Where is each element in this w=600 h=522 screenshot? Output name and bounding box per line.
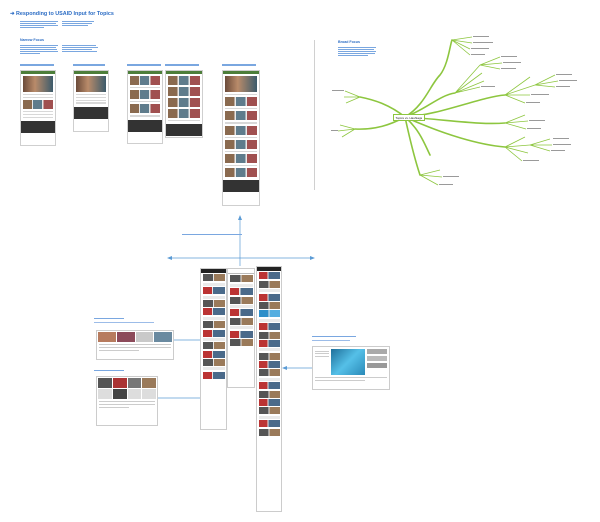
left-card-1-subcaption xyxy=(94,322,154,323)
page-strip-3[interactable] xyxy=(256,266,282,512)
connector-lines xyxy=(127,215,315,400)
page-strip-2[interactable] xyxy=(227,268,255,388)
intro-paragraph-left xyxy=(20,20,60,29)
page-thumbnail-1[interactable] xyxy=(20,70,56,146)
intro-paragraph-right xyxy=(62,20,102,27)
left-card-1-caption xyxy=(94,318,124,320)
page-thumbnail-3[interactable] xyxy=(127,70,163,144)
mindmap-center-node: Topics vs. Hashtags xyxy=(393,114,425,121)
connector-caption xyxy=(182,234,242,236)
left-card-1[interactable] xyxy=(96,330,174,360)
right-card[interactable] xyxy=(312,346,390,390)
page-thumbnail-4[interactable] xyxy=(165,70,203,138)
left-card-2-caption xyxy=(94,370,124,372)
page-strip-1[interactable] xyxy=(200,268,227,430)
thumb-caption-2 xyxy=(73,64,105,66)
arrow-right-icon: ➜ xyxy=(10,11,15,17)
narrow-focus-paragraph-left xyxy=(20,44,60,56)
page-thumbnail-5-tall[interactable] xyxy=(222,70,260,206)
thumb-caption-3 xyxy=(127,64,161,66)
page-title-text: Responding to USAID Input for Topics xyxy=(16,11,114,17)
thumb-caption-4 xyxy=(165,64,199,66)
right-card-subcaption xyxy=(312,340,350,341)
left-card-2[interactable] xyxy=(96,376,158,426)
thumb-caption-1 xyxy=(20,64,54,66)
page-thumbnail-2[interactable] xyxy=(73,70,109,132)
narrow-focus-paragraph-right xyxy=(62,44,102,53)
thumb-caption-5 xyxy=(222,64,256,66)
page-title: ➜ Responding to USAID Input for Topics xyxy=(10,11,114,17)
narrow-focus-header: Narrow Focus xyxy=(20,38,44,42)
section-divider xyxy=(314,40,315,190)
mindmap-diagram xyxy=(331,36,577,186)
right-card-caption xyxy=(312,336,356,338)
